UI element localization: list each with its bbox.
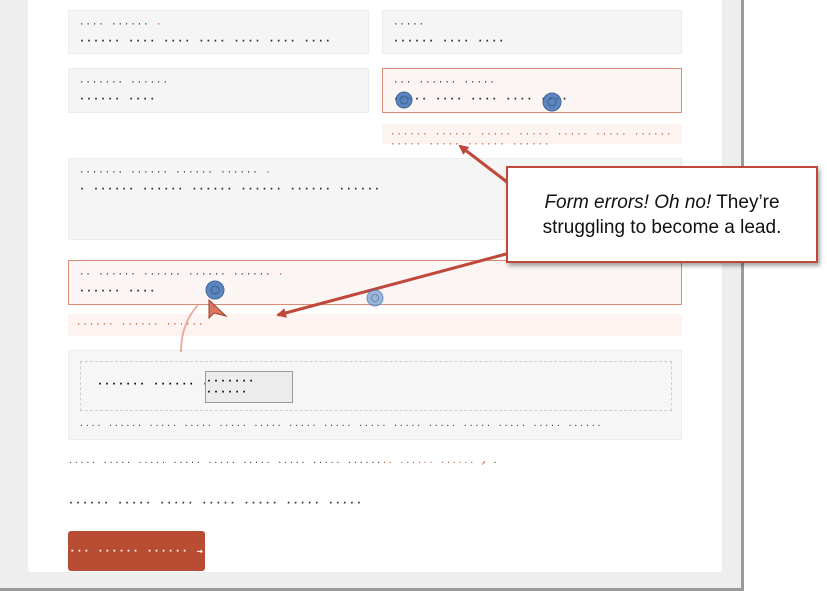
field-value: ····· ···· ···· ···· ···· (393, 94, 569, 105)
consent-text: ······ ····· ····· ····· ····· ····· ···… (68, 498, 363, 509)
captcha-button[interactable]: ······· ······ (205, 371, 293, 403)
field-value: ······ ···· (79, 286, 157, 297)
privacy-trail: · (492, 458, 499, 467)
submit-label: ··· ······ ······ (69, 545, 189, 557)
callout-emphasis: Form errors! Oh no! (544, 191, 712, 213)
required-mark: · (265, 168, 272, 178)
field-row4-error: ······ ······ ······ (68, 314, 682, 336)
privacy-link[interactable]: ·· ······ ······ ↗ (382, 458, 487, 467)
field-label: ······· ······ ······ ······ (79, 168, 259, 178)
field-value: ······ ···· ···· ···· ···· ···· ···· (79, 36, 332, 47)
field-row1-right[interactable]: ····· ······ ···· ···· (382, 10, 682, 54)
submit-button[interactable]: ··· ······ ······ → (68, 531, 205, 571)
field-row2-left[interactable]: ······· ······ ······ ···· (68, 68, 369, 113)
field-row2-right[interactable]: ··· ······ ····· ····· ···· ···· ···· ··… (382, 68, 682, 113)
field-label: ·· ······ ······ ······ ······ (79, 270, 272, 280)
arrow-right-icon: → (196, 545, 204, 557)
field-value: ······ ···· (79, 94, 157, 105)
field-label: ···· ······ (79, 20, 150, 30)
field-label: ····· (393, 20, 426, 30)
field-row4[interactable]: ·· ······ ······ ······ ······ · ······ … (68, 260, 682, 305)
field-row2-right-error: ······ ······ ····· ····· ····· ····· ··… (382, 124, 682, 150)
captcha-note: ···· ······ ····· ····· ····· ····· ····… (79, 421, 603, 430)
privacy-text: ····· ····· ····· ····· ····· ····· ····… (68, 458, 383, 467)
required-mark: · (277, 270, 285, 280)
required-mark: · (156, 20, 163, 30)
field-row1-left[interactable]: ···· ······ · ······ ···· ···· ···· ····… (68, 10, 369, 54)
field-label: ······· ······ (79, 78, 169, 88)
captcha-inner: ······· ······ ······ ······· ······ (80, 361, 672, 411)
field-label: ··· ······ ····· (393, 78, 496, 88)
field-value: ······ ···· ···· (393, 36, 506, 47)
privacy-line: ····· ····· ····· ····· ····· ····· ····… (68, 458, 498, 467)
captcha-box: ······· ······ ······ ······· ······ ···… (68, 350, 682, 440)
annotation-callout: Form errors! Oh no! They’re struggling t… (506, 166, 818, 263)
